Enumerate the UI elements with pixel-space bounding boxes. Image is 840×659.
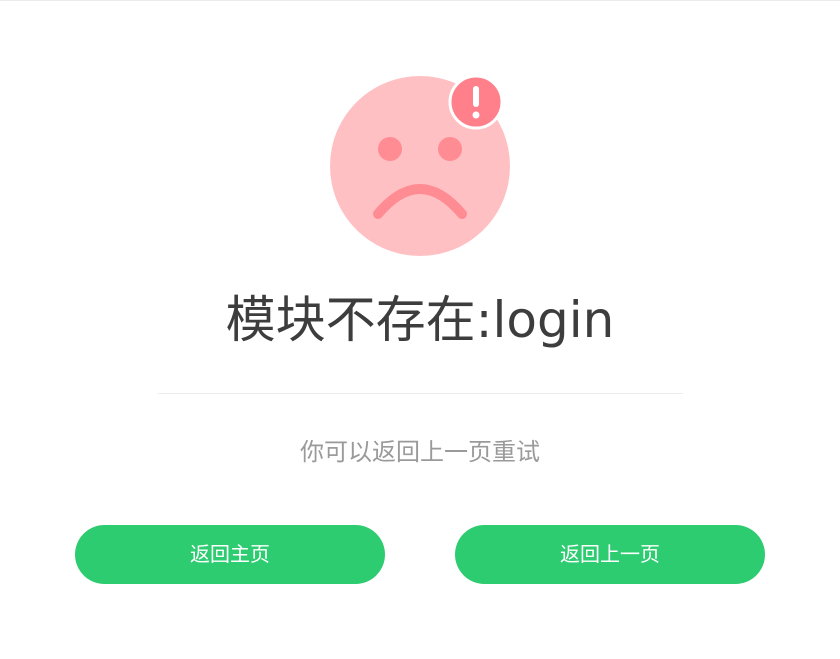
back-to-home-button[interactable]: 返回主页 xyxy=(75,525,385,584)
hint-text: 你可以返回上一页重试 xyxy=(300,438,540,466)
exclamation-icon xyxy=(448,74,504,130)
go-back-button[interactable]: 返回上一页 xyxy=(455,525,765,584)
error-illustration xyxy=(328,74,510,258)
divider xyxy=(158,393,683,394)
page-title: 模块不存在:login xyxy=(225,291,615,349)
top-border xyxy=(0,0,840,1)
